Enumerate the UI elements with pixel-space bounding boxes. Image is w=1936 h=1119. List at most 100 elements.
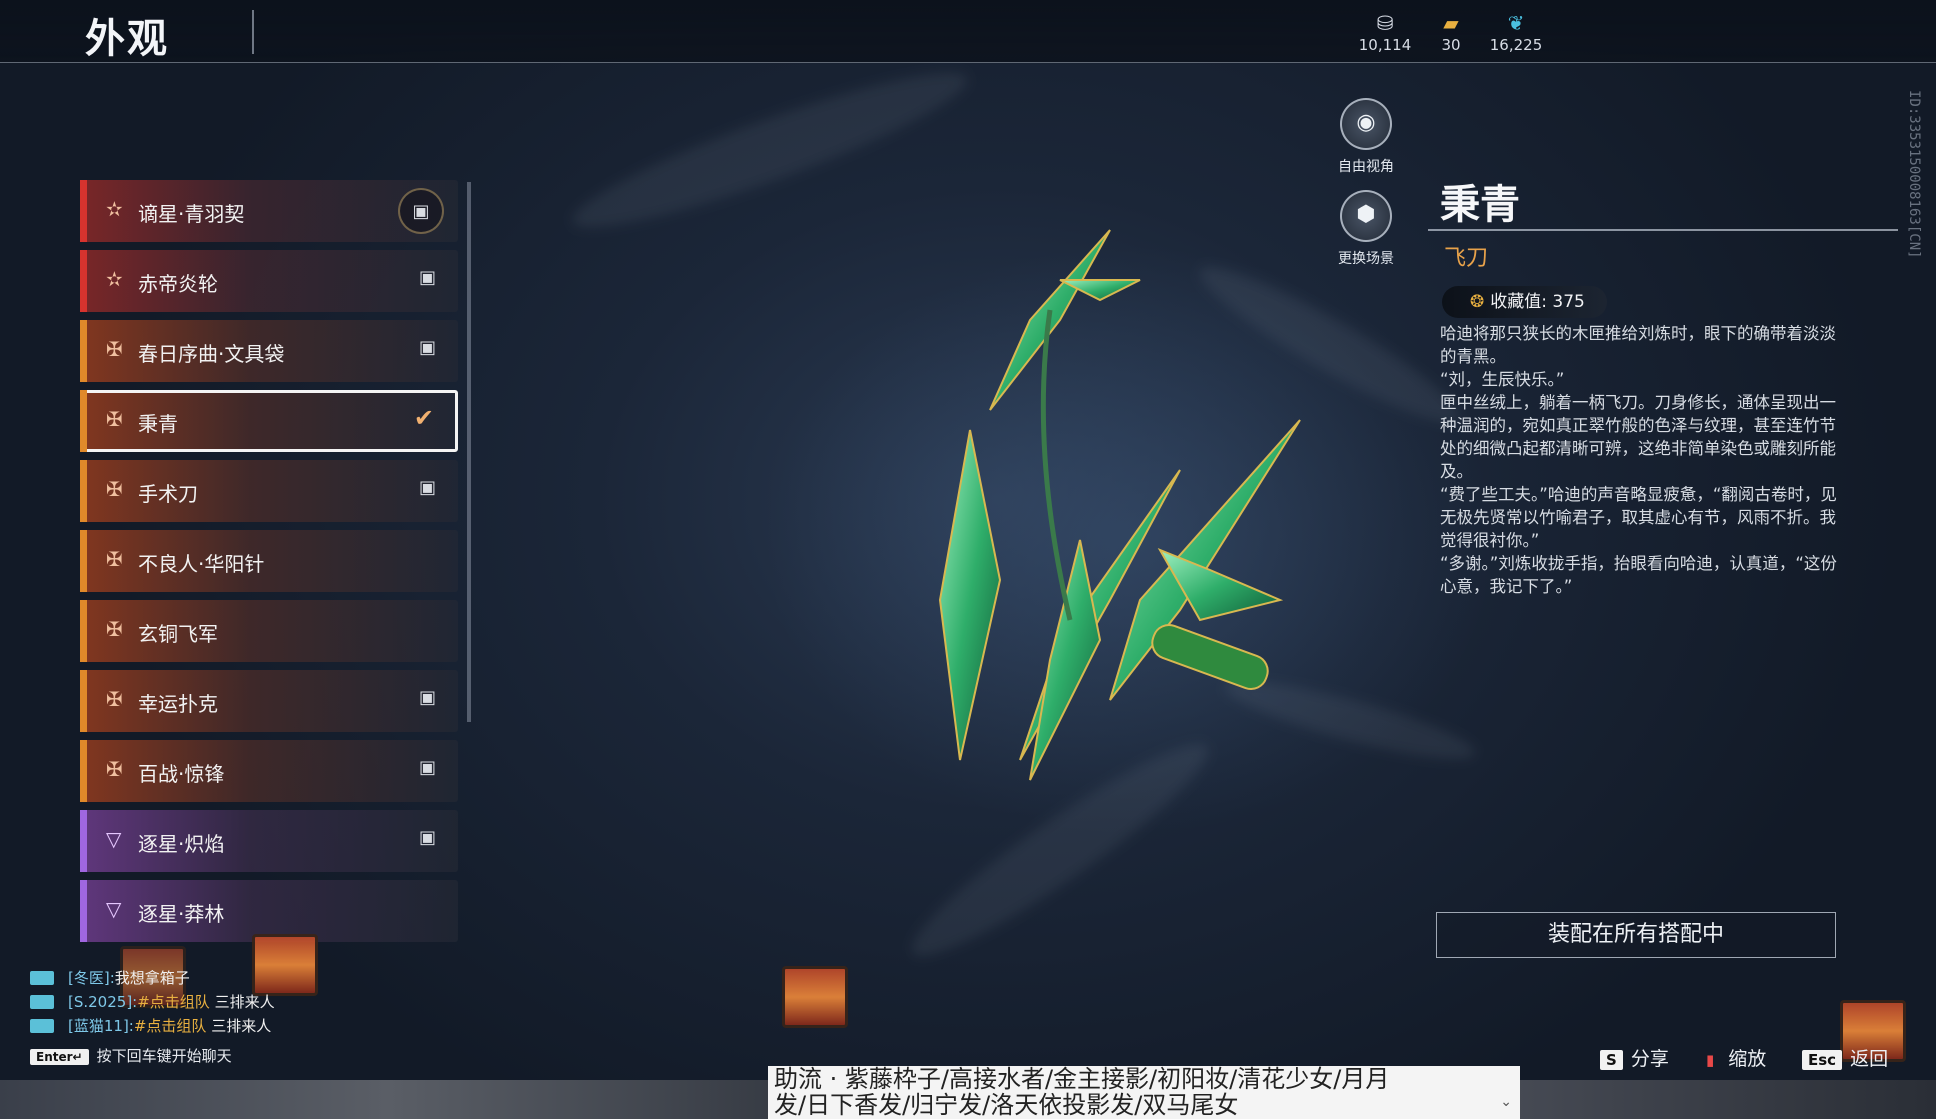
camera-icon: ◉ <box>1340 98 1392 150</box>
appearance-item-label: 赤帝炎轮 <box>138 272 218 296</box>
currency-tickets: ▰ 30 <box>1416 10 1486 54</box>
appearance-item[interactable]: ✠ 幸运扑克 ▣ <box>80 670 458 732</box>
appearance-item[interactable]: ✠ 春日序曲·文具袋 ▣ <box>80 320 458 382</box>
free-view-button[interactable]: ◉ 自由视角 <box>1311 98 1421 176</box>
chat-sender: [冬医]: <box>68 969 115 987</box>
chat-text: 三排来人 <box>206 1017 272 1035</box>
chat-enter-hint[interactable]: Enter↵ 按下回车键开始聊天 <box>30 1045 232 1066</box>
appearance-item[interactable]: ✠ 手术刀 ▣ <box>80 460 458 522</box>
zoom-hint[interactable]: ▮ 缩放 <box>1700 1044 1766 1071</box>
back-hint[interactable]: Esc 返回 <box>1802 1044 1888 1071</box>
chat-sender: [S.2025]: <box>68 993 138 1011</box>
currency-value: 16,225 <box>1489 36 1543 54</box>
coin-stack-icon: ⛁ <box>1376 11 1394 35</box>
currency-feathers: ❦ 16,225 <box>1481 10 1551 54</box>
list-scrollbar[interactable] <box>467 182 471 722</box>
notice-line: 助流 · 紫藤枠子/高接水者/金主接影/初阳妆/清花少女/月月 <box>774 1066 1390 1093</box>
change-scene-button[interactable]: ⬢ 更换场景 <box>1311 190 1421 268</box>
notice-line: 发/日下香发/归宁发/洛天依投影发/双马尾女 <box>774 1091 1239 1119</box>
appearance-item-label: 手术刀 <box>138 482 198 506</box>
bamboo-handle <box>1151 624 1269 690</box>
appearance-item[interactable]: ✠ 百战·惊锋 ▣ <box>80 740 458 802</box>
appearance-item[interactable]: ✠ 不良人·华阳针 <box>80 530 458 592</box>
rarity-icon: ✠ <box>106 547 123 571</box>
appearance-item[interactable]: ✫ 谪星·青羽契 ▣ <box>80 180 458 242</box>
appearance-item-label: 逐星·炽焰 <box>138 832 225 856</box>
lock-icon: ▣ <box>418 337 436 358</box>
desc-paragraph: “刘，生辰快乐。” <box>1440 370 1565 389</box>
collection-icon: ❂ <box>1470 292 1485 312</box>
appearance-item-label: 百战·惊锋 <box>138 762 225 786</box>
currency-value: 30 <box>1441 36 1461 54</box>
cube-icon: ⬢ <box>1340 190 1392 242</box>
share-hint[interactable]: S 分享 <box>1600 1044 1669 1071</box>
rarity-edge <box>80 250 87 312</box>
chat-text: 我想拿箱子 <box>114 969 190 987</box>
title-divider <box>252 10 254 54</box>
chat-channel-icon <box>30 995 54 1009</box>
chat-text: 三排来人 <box>209 993 275 1011</box>
chat-link[interactable]: #点击组队 <box>137 993 210 1011</box>
desc-paragraph: “多谢。”刘炼收拢手指，抬眼看向哈迪，认真道，“这份心意，我记下了。” <box>1440 554 1837 596</box>
currency-value: 10,114 <box>1358 36 1412 54</box>
lock-icon: ▣ <box>418 687 436 708</box>
lantern-decoration <box>782 966 848 1028</box>
currency-coins: ⛁ 10,114 <box>1350 10 1420 54</box>
appearance-item-label: 逐星·莽林 <box>138 902 225 926</box>
enter-key-icon: Enter↵ <box>30 1049 89 1065</box>
name-divider <box>1428 229 1898 231</box>
blade-shape <box>1029 539 1102 781</box>
rarity-icon: ✫ <box>106 197 123 221</box>
appearance-item[interactable]: ▽ 逐星·莽林 <box>80 880 458 942</box>
item-name: 秉青 <box>1440 182 1520 228</box>
appearance-item-label: 不良人·华阳针 <box>138 552 265 576</box>
rarity-edge <box>80 390 87 452</box>
feather-icon: ❦ <box>1507 11 1525 35</box>
blade-shape <box>938 429 1002 761</box>
chat-message: [S.2025]:#点击组队 三排来人 <box>30 990 275 1014</box>
desc-paragraph: “费了些工夫。”哈迪的声音略显疲惫，“翻阅古卷时，见无极先贤常以竹喻君子，取其虚… <box>1440 485 1837 550</box>
player-id: ID:3353150008163[CN] <box>1906 90 1922 259</box>
appearance-item[interactable]: ✠ 秉青 ✔ <box>80 390 458 452</box>
rarity-edge <box>80 530 87 592</box>
page-title: 外观 <box>85 16 169 62</box>
appearance-list: ✫ 谪星·青羽契 ▣ ✫ 赤帝炎轮 ▣ ✠ 春日序曲·文具袋 ▣ ✠ 秉青 ✔ ✠ 手术刀 ▣ ✠ 不良人·华阳… <box>80 180 472 960</box>
rarity-icon: ✠ <box>106 687 123 711</box>
chat-log[interactable]: [冬医]:我想拿箱子 [S.2025]:#点击组队 三排来人 [蓝猫11]:#点… <box>30 966 275 1038</box>
rarity-icon: ✠ <box>106 757 123 781</box>
bamboo-stem <box>1040 309 1073 621</box>
chat-channel-icon <box>30 1019 54 1033</box>
rarity-edge <box>80 880 87 942</box>
appearance-item[interactable]: ▽ 逐星·炽焰 ▣ <box>80 810 458 872</box>
lock-icon: ▣ <box>398 188 444 234</box>
appearance-item-label: 春日序曲·文具袋 <box>138 342 285 366</box>
appearance-item[interactable]: ✠ 玄铜飞军 <box>80 600 458 662</box>
lock-icon: ▣ <box>418 827 436 848</box>
desc-paragraph: 匣中丝绒上，躺着一柄飞刀。刀身修长，通体呈现出一种温润的，宛如真正翠竹般的色泽与… <box>1440 393 1836 481</box>
appearance-item[interactable]: ✫ 赤帝炎轮 ▣ <box>80 250 458 312</box>
rarity-edge <box>80 180 87 242</box>
check-icon: ✔ <box>413 404 434 432</box>
chat-enter-text: 按下回车键开始聊天 <box>96 1047 232 1065</box>
notice-box[interactable]: 助流 · 紫藤枠子/高接水者/金主接影/初阳妆/清花少女/月月 发/日下香发/归… <box>768 1066 1520 1119</box>
key-esc-icon: Esc <box>1802 1050 1843 1070</box>
change-scene-label: 更换场景 <box>1338 251 1394 267</box>
rarity-icon: ✠ <box>106 337 123 361</box>
top-bar: 外观 ⛁ 10,114 ▰ 30 ❦ 16,225 <box>0 0 1936 63</box>
chat-message: [蓝猫11]:#点击组队 三排来人 <box>30 1014 275 1038</box>
rarity-edge <box>80 810 87 872</box>
appearance-item-label: 谪星·青羽契 <box>138 202 245 226</box>
free-view-label: 自由视角 <box>1338 159 1394 175</box>
weapon-preview[interactable] <box>880 200 1340 820</box>
chat-link[interactable]: #点击组队 <box>134 1017 207 1035</box>
lock-icon: ▣ <box>418 477 436 498</box>
back-label: 返回 <box>1850 1048 1889 1070</box>
share-label: 分享 <box>1630 1048 1669 1070</box>
rarity-icon: ✫ <box>106 267 123 291</box>
collection-label: 收藏值: <box>1490 292 1547 312</box>
rarity-icon: ▽ <box>106 827 122 851</box>
chevron-down-icon[interactable]: ⌄ <box>1500 1089 1512 1115</box>
equip-all-button[interactable]: 装配在所有搭配中 <box>1436 912 1836 958</box>
appearance-item-label: 秉青 <box>138 412 178 436</box>
item-description: 哈迪将那只狭长的木匣推给刘炼时，眼下的确带着淡淡的青黑。 “刘，生辰快乐。” 匣… <box>1440 322 1840 598</box>
